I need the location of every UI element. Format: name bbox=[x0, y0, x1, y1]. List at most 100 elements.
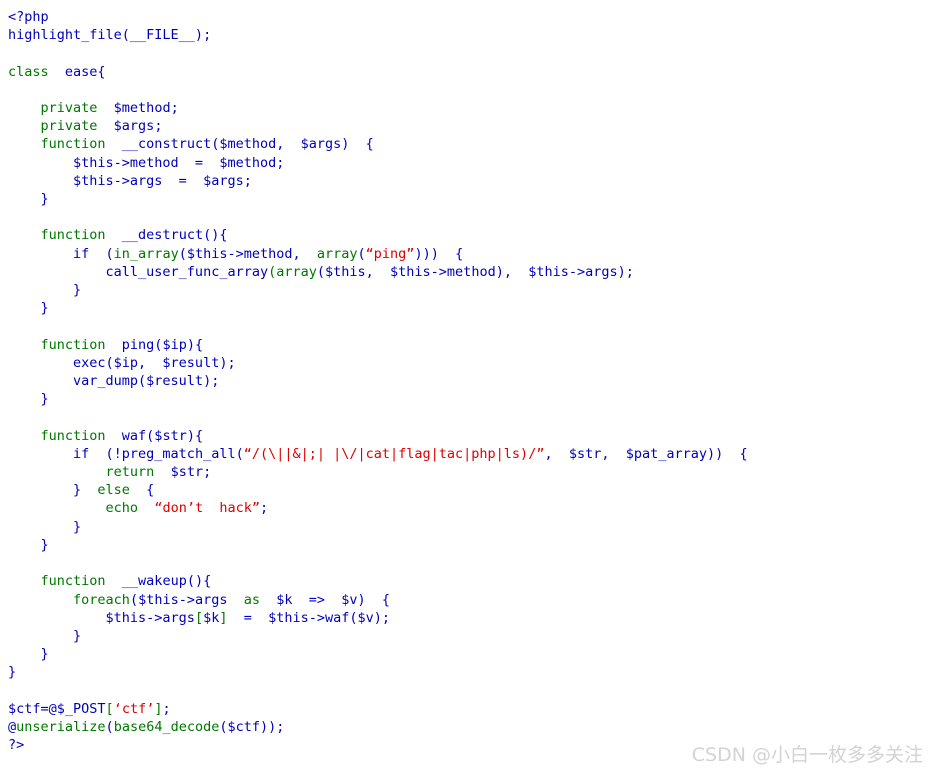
code-token: ?> bbox=[8, 737, 25, 754]
code-token: ( bbox=[268, 263, 277, 280]
code-token: } bbox=[8, 627, 82, 644]
code-line: @unserialize(base64_decode($ctf)); bbox=[8, 719, 284, 735]
code-token: echo bbox=[105, 500, 147, 517]
code-token: ($ctf)); bbox=[219, 718, 285, 735]
code-token: @ bbox=[8, 718, 17, 735]
code-line: $this->args[$k] = $this->waf($v); bbox=[8, 609, 391, 626]
code-token: ‘ctf’ bbox=[113, 700, 155, 717]
code-line: } bbox=[8, 537, 49, 553]
code-token: “/(\||&|;| |\/|cat|flag|tac|php|ls)/” bbox=[243, 445, 545, 462]
code-token: private bbox=[8, 118, 106, 135]
code-token: $this->args = $args; bbox=[8, 172, 252, 189]
code-token: return bbox=[8, 464, 163, 481]
code-token: } bbox=[8, 300, 49, 317]
code-token: } bbox=[8, 482, 98, 499]
code-token: ( bbox=[97, 245, 114, 262]
code-line: class ease{ bbox=[8, 64, 106, 80]
code-line: exec($ip, $result); bbox=[8, 355, 236, 371]
code-line: ?> bbox=[8, 737, 24, 753]
code-token: class bbox=[8, 63, 57, 80]
code-line: } bbox=[8, 646, 49, 662]
code-token: ))) { bbox=[414, 245, 464, 262]
code-token: $method; bbox=[105, 100, 179, 117]
code-line: } bbox=[8, 191, 49, 207]
code-line: if (!preg_match_all(“/(\||&|;| |\/|cat|f… bbox=[8, 446, 748, 462]
code-token: ping($ip){ bbox=[113, 336, 204, 353]
code-line: function ping($ip){ bbox=[8, 336, 204, 353]
code-token: $ctf=@$_POST bbox=[8, 700, 106, 717]
code-line: } bbox=[8, 300, 49, 316]
code-line: } bbox=[8, 282, 81, 298]
code-token: (!preg_match_all( bbox=[97, 445, 244, 462]
code-line: function __construct($method, $args) { bbox=[8, 136, 374, 152]
code-token: , $this->args); bbox=[503, 263, 634, 280]
code-line: echo “don’t hack”; bbox=[8, 500, 269, 517]
code-block[interactable]: <?php highlight_file(__FILE__); class ea… bbox=[0, 8, 939, 754]
code-token: } bbox=[8, 646, 49, 663]
code-token: if bbox=[8, 445, 98, 462]
php-source-listing: <?php highlight_file(__FILE__); class ea… bbox=[0, 0, 939, 754]
code-token: } bbox=[8, 536, 49, 553]
code-token: ( bbox=[357, 245, 366, 262]
code-token: $this, $this->method) bbox=[325, 263, 504, 280]
code-token: function bbox=[8, 573, 114, 590]
code-token: , $str, $pat_array)) { bbox=[544, 445, 748, 462]
code-line: function waf($str){ bbox=[8, 427, 204, 444]
code-line: highlight_file(__FILE__); bbox=[8, 27, 211, 43]
code-line: } bbox=[8, 391, 49, 407]
code-token: $str; bbox=[162, 464, 212, 481]
code-token: function bbox=[8, 136, 114, 153]
code-line: function __destruct(){ bbox=[8, 227, 228, 244]
code-token: $this->args bbox=[8, 609, 195, 626]
code-token: ($this->args bbox=[129, 591, 244, 608]
code-token: ease{ bbox=[56, 63, 106, 80]
code-token: private bbox=[8, 100, 106, 117]
code-token: } bbox=[8, 391, 49, 408]
code-token: ; bbox=[162, 700, 171, 717]
code-line: private $method; bbox=[8, 100, 179, 116]
code-token: function bbox=[8, 336, 114, 353]
code-token: ($this->method, bbox=[178, 245, 317, 262]
code-token: highlight_file(__FILE__); bbox=[8, 27, 212, 44]
code-line: <?php bbox=[8, 9, 49, 25]
code-line: } else { bbox=[8, 482, 154, 498]
code-token: <?php bbox=[8, 9, 49, 25]
code-token: unserialize bbox=[16, 718, 106, 735]
code-token: $k => $v) { bbox=[260, 591, 391, 608]
code-token: var_dump($result); bbox=[8, 373, 220, 390]
code-token: array bbox=[316, 245, 358, 262]
code-token: $args; bbox=[105, 118, 163, 135]
code-token: $this->method = $method; bbox=[8, 154, 285, 171]
code-token: else bbox=[97, 482, 130, 499]
code-line: if (in_array($this->method, array(“ping”… bbox=[8, 246, 463, 262]
code-token: } bbox=[8, 191, 49, 208]
code-token: exec($ip, $result); bbox=[8, 354, 236, 371]
code-line: private $args; bbox=[8, 118, 163, 135]
code-token: ; bbox=[260, 500, 269, 517]
csdn-watermark: CSDN @小白一枚多多关注 bbox=[691, 744, 923, 766]
code-line: $this->args = $args; bbox=[8, 173, 252, 189]
code-line: foreach($this->args as $k => $v) { bbox=[8, 592, 390, 608]
code-line: call_user_func_array(array($this, $this-… bbox=[8, 264, 634, 280]
code-token: __wakeup(){ bbox=[113, 573, 212, 590]
code-token: __destruct(){ bbox=[113, 227, 228, 244]
code-token: = $this->waf($v); bbox=[227, 609, 391, 626]
code-token: } bbox=[8, 664, 17, 681]
code-line: $ctf=@$_POST[‘ctf’]; bbox=[8, 701, 171, 717]
code-token: } bbox=[8, 282, 82, 299]
code-token: in_array bbox=[113, 245, 179, 262]
code-token: call_user_func_array bbox=[8, 263, 269, 280]
code-line: $this->method = $method; bbox=[8, 155, 284, 171]
code-line: } bbox=[8, 664, 16, 680]
code-token: __construct($method, $args) { bbox=[113, 136, 374, 153]
code-token: [ bbox=[105, 700, 114, 717]
code-token: if bbox=[8, 245, 98, 262]
code-token: } bbox=[8, 518, 82, 535]
code-token: waf($str){ bbox=[113, 427, 204, 444]
code-token: [ bbox=[194, 609, 204, 626]
code-line: } bbox=[8, 519, 81, 535]
code-token: as bbox=[243, 591, 260, 608]
code-token: base64_decode bbox=[113, 718, 220, 735]
